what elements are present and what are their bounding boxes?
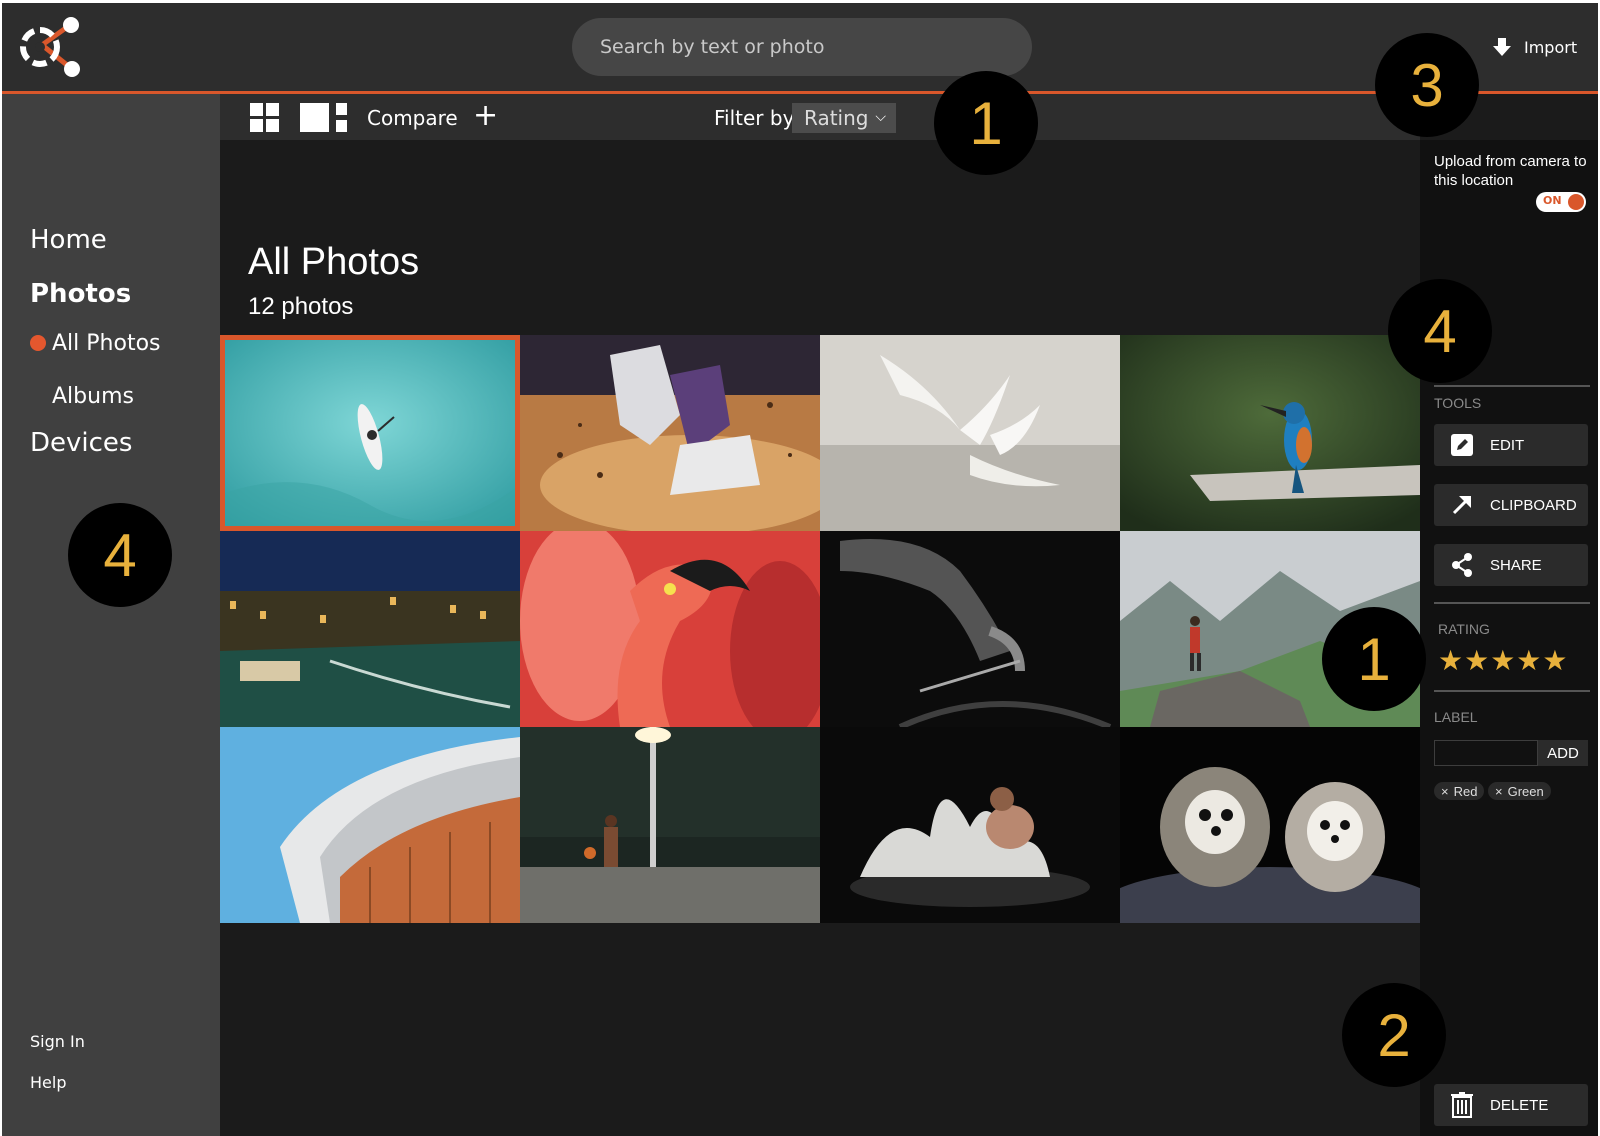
upload-toggle[interactable]: ON: [1536, 192, 1586, 212]
clipboard-label: CLIPBOARD: [1490, 496, 1577, 514]
sidebar-item-home[interactable]: Home: [30, 225, 107, 255]
view-toolbar: Compare + Filter by Rating ⌵: [220, 94, 1420, 140]
photo-tile-basketball-player-night[interactable]: [520, 727, 820, 923]
toggle-knob: [1568, 194, 1584, 210]
delete-label: DELETE: [1490, 1096, 1549, 1114]
rating-label: RATING: [1438, 621, 1490, 637]
toggle-label: ON: [1543, 194, 1562, 207]
add-label-button[interactable]: ADD: [1538, 740, 1588, 766]
photo-grid: [220, 335, 1420, 923]
label-section-label: LABEL: [1434, 709, 1478, 725]
clipboard-button[interactable]: CLIPBOARD: [1434, 484, 1588, 526]
annotation-marker-1-rating: 1: [1322, 607, 1426, 711]
photo-tile-curved-building-roof[interactable]: [220, 727, 520, 923]
photo-egrets-image: [820, 335, 1120, 531]
sidebar: Home Photos All Photos Albums Devices Si…: [2, 94, 220, 1136]
photo-running-shoes-image: [520, 335, 820, 531]
upload-setting-label: Upload from camera to this location: [1434, 153, 1587, 189]
photo-tile-venice-canal-night[interactable]: [220, 531, 520, 727]
sidebar-item-all-photos[interactable]: All Photos: [30, 331, 161, 356]
filter-label: Filter by: [714, 106, 795, 130]
arrow-up-right-icon: [1452, 496, 1471, 515]
photo-tile-kingfisher-on-branch[interactable]: [1120, 335, 1420, 531]
photo-tile-egrets-fighting[interactable]: [820, 335, 1120, 531]
label-divider: [1434, 690, 1590, 692]
edit-label: EDIT: [1490, 436, 1525, 454]
delete-button[interactable]: DELETE: [1434, 1084, 1588, 1126]
photo-tile-powder-explosion-athlete[interactable]: [820, 727, 1120, 923]
tools-divider: [1434, 385, 1590, 387]
tools-label: TOOLS: [1434, 395, 1482, 411]
pencil-icon: [1451, 434, 1473, 456]
photo-dogs-image: [1120, 727, 1420, 923]
annotation-marker-4-panel: 4: [1388, 279, 1492, 383]
single-view-icon[interactable]: [300, 103, 348, 133]
chip-remove-icon[interactable]: ×: [1495, 784, 1503, 799]
chip-label: Green: [1507, 783, 1544, 799]
sidebar-item-devices[interactable]: Devices: [30, 428, 132, 458]
photo-venice-image: [220, 531, 520, 727]
sign-in-link[interactable]: Sign In: [30, 1032, 85, 1051]
sidebar-item-photos[interactable]: Photos: [30, 279, 131, 309]
add-button[interactable]: +: [473, 99, 498, 133]
photo-flamingo-image: [520, 531, 820, 727]
photo-tile-two-shih-tzu-dogs[interactable]: [1120, 727, 1420, 923]
active-dot-icon: [30, 335, 46, 351]
annotation-marker-2-delete: 2: [1342, 983, 1446, 1087]
top-header: Search by text or photo Import: [2, 3, 1598, 91]
grid-view-icon[interactable]: [250, 103, 280, 133]
filter-value: Rating: [804, 106, 869, 130]
filter-dropdown[interactable]: Rating ⌵: [792, 103, 896, 133]
photo-cyclist-image: [820, 531, 1120, 727]
photo-app: Search by text or photo Import Home Phot…: [2, 3, 1598, 1136]
app-logo-icon[interactable]: [16, 15, 86, 79]
photo-building-image: [220, 727, 520, 923]
help-link[interactable]: Help: [30, 1073, 66, 1092]
chevron-down-icon: ⌵: [875, 109, 886, 125]
photo-tile-paddleboard-aerial[interactable]: [220, 335, 520, 531]
edit-button[interactable]: EDIT: [1434, 424, 1588, 466]
annotation-marker-1-toolbar: 1: [934, 71, 1038, 175]
annotation-marker-3-import: 3: [1375, 33, 1479, 137]
photo-tile-cyclist-black-white[interactable]: [820, 531, 1120, 727]
rating-stars[interactable]: ★★★★★: [1438, 644, 1569, 677]
page-title: All Photos: [248, 241, 420, 283]
photo-kingfisher-image: [1120, 335, 1420, 531]
compare-button[interactable]: Compare: [367, 106, 458, 130]
share-button[interactable]: SHARE: [1434, 544, 1588, 586]
download-arrow-icon: [1493, 38, 1511, 56]
all-photos-label: All Photos: [52, 331, 161, 356]
rating-divider: [1434, 602, 1590, 604]
chip-remove-icon[interactable]: ×: [1441, 784, 1449, 799]
photo-paddleboard-image: [220, 335, 520, 531]
label-chip-red[interactable]: × Red: [1434, 782, 1485, 800]
sidebar-item-albums[interactable]: Albums: [52, 384, 134, 409]
import-button[interactable]: Import: [1492, 37, 1577, 57]
share-icon: [1452, 553, 1472, 577]
trash-icon: [1451, 1092, 1473, 1118]
photo-powder-image: [820, 727, 1120, 923]
search-input[interactable]: Search by text or photo: [572, 18, 1032, 76]
photo-count: 12 photos: [248, 293, 354, 320]
chip-label: Red: [1453, 783, 1478, 799]
label-chip-green[interactable]: × Green: [1488, 782, 1551, 800]
photo-tile-running-shoes-dust[interactable]: [520, 335, 820, 531]
photo-basketball-image: [520, 727, 820, 923]
label-input[interactable]: [1434, 740, 1538, 766]
share-label: SHARE: [1490, 556, 1542, 574]
annotation-marker-4-sidebar: 4: [68, 503, 172, 607]
photo-tile-flamingo-closeup[interactable]: [520, 531, 820, 727]
import-label: Import: [1524, 37, 1578, 57]
